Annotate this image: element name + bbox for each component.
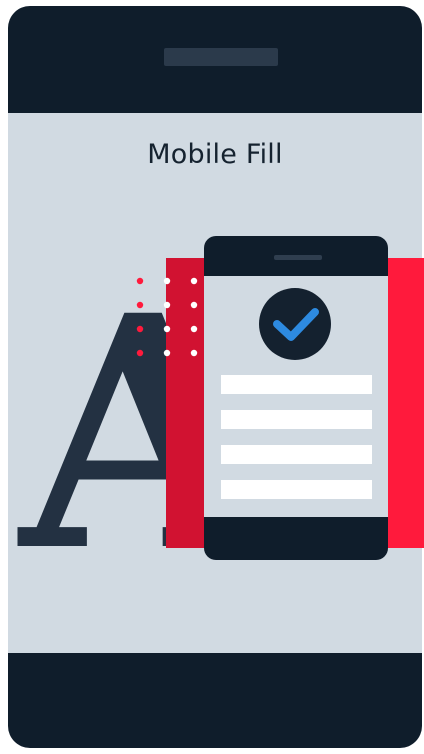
form-line (221, 410, 372, 429)
dot (190, 301, 198, 309)
dot (163, 325, 171, 333)
dot (190, 349, 198, 357)
mobile-fill-illustration: A (15, 236, 424, 622)
mini-phone-speaker (274, 255, 322, 260)
dot (190, 277, 198, 285)
dot (163, 301, 171, 309)
dot (136, 277, 144, 285)
form-line (221, 480, 372, 499)
mini-phone (204, 236, 388, 560)
dot (190, 325, 198, 333)
form-line (221, 375, 372, 394)
dot (136, 301, 144, 309)
dot (136, 325, 144, 333)
dot (163, 277, 171, 285)
dot (136, 349, 144, 357)
form-line (221, 445, 372, 464)
dot (163, 349, 171, 357)
red-accent-panel-right (382, 258, 424, 548)
check-badge (259, 288, 331, 360)
